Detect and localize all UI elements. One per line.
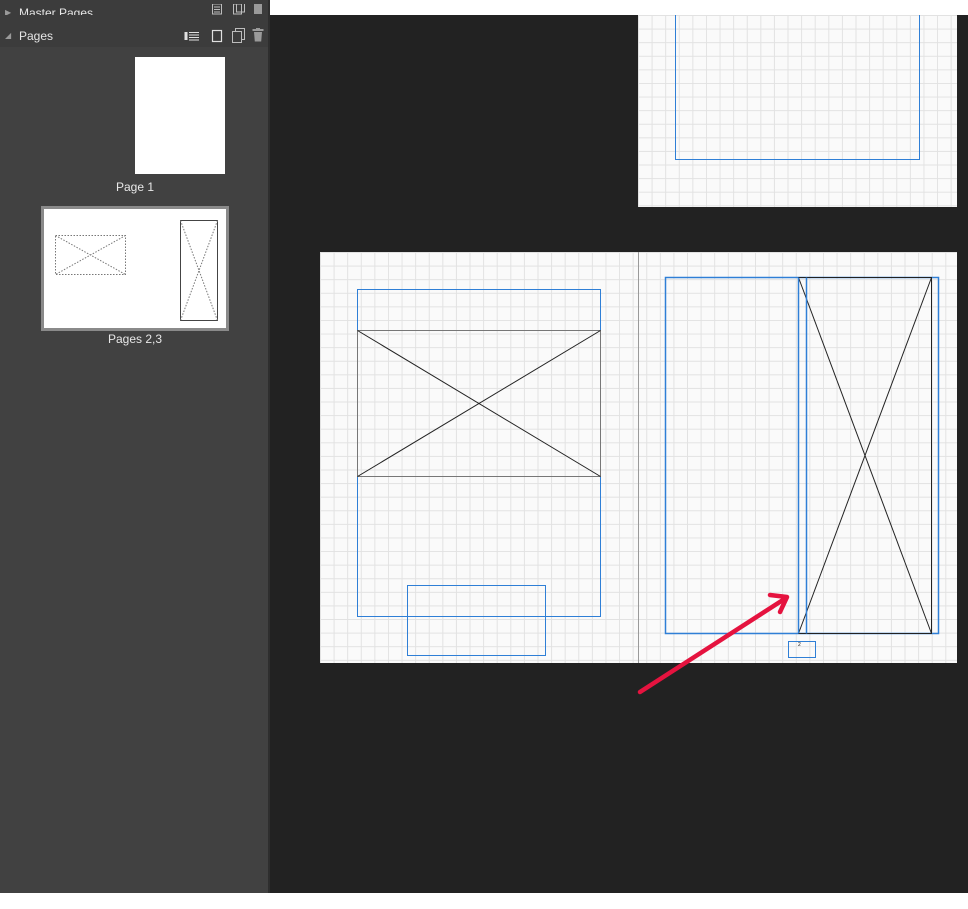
page-1-canvas[interactable]	[638, 15, 957, 207]
duplicate-page-icon[interactable]	[231, 28, 245, 43]
pages-label: Pages	[19, 29, 54, 43]
pages-section-header[interactable]: ◢ Pages	[0, 26, 268, 46]
master-pages-section-header[interactable]: ▶ Master Pages	[0, 4, 268, 15]
pages-list: Page 1 Pages 2,3	[0, 47, 268, 893]
spread-frames	[357, 252, 940, 663]
pages-2-3-label: Pages 2,3	[107, 332, 163, 346]
collapse-arrow-icon[interactable]: ◢	[5, 31, 11, 40]
left-bottom-frame	[407, 585, 546, 656]
new-master-icon[interactable]	[211, 4, 223, 15]
document-canvas[interactable]: 2	[270, 15, 968, 893]
left-text-frame	[357, 289, 601, 617]
expand-arrow-icon[interactable]: ▶	[5, 8, 11, 15]
delete-page-icon[interactable]	[252, 28, 264, 42]
page-1-frames	[675, 15, 920, 160]
page-thumbnail-pages-2-3[interactable]	[41, 206, 229, 331]
delete-master-icon[interactable]	[252, 4, 264, 15]
spread-thumbnail-preview	[44, 209, 226, 328]
new-page-icon[interactable]	[211, 29, 223, 43]
page-number-text: 2	[798, 642, 801, 648]
pages-panel: ▶ Master Pages ◢ Pages Page 1 Pages 2,3	[0, 0, 268, 893]
page-1-label: Page 1	[115, 180, 155, 194]
right-text-frame	[664, 276, 940, 635]
app-window: ▶ Master Pages ◢ Pages Page 1 Pages 2,3 …	[0, 0, 968, 893]
page-thumbnail-page-1[interactable]	[135, 57, 225, 174]
master-pages-label: Master Pages	[19, 6, 94, 15]
insert-page-icon[interactable]	[184, 30, 200, 42]
duplicate-master-icon[interactable]	[232, 4, 245, 15]
spread-pages-2-3[interactable]: 2	[320, 252, 957, 663]
page-number-frame	[788, 641, 816, 658]
